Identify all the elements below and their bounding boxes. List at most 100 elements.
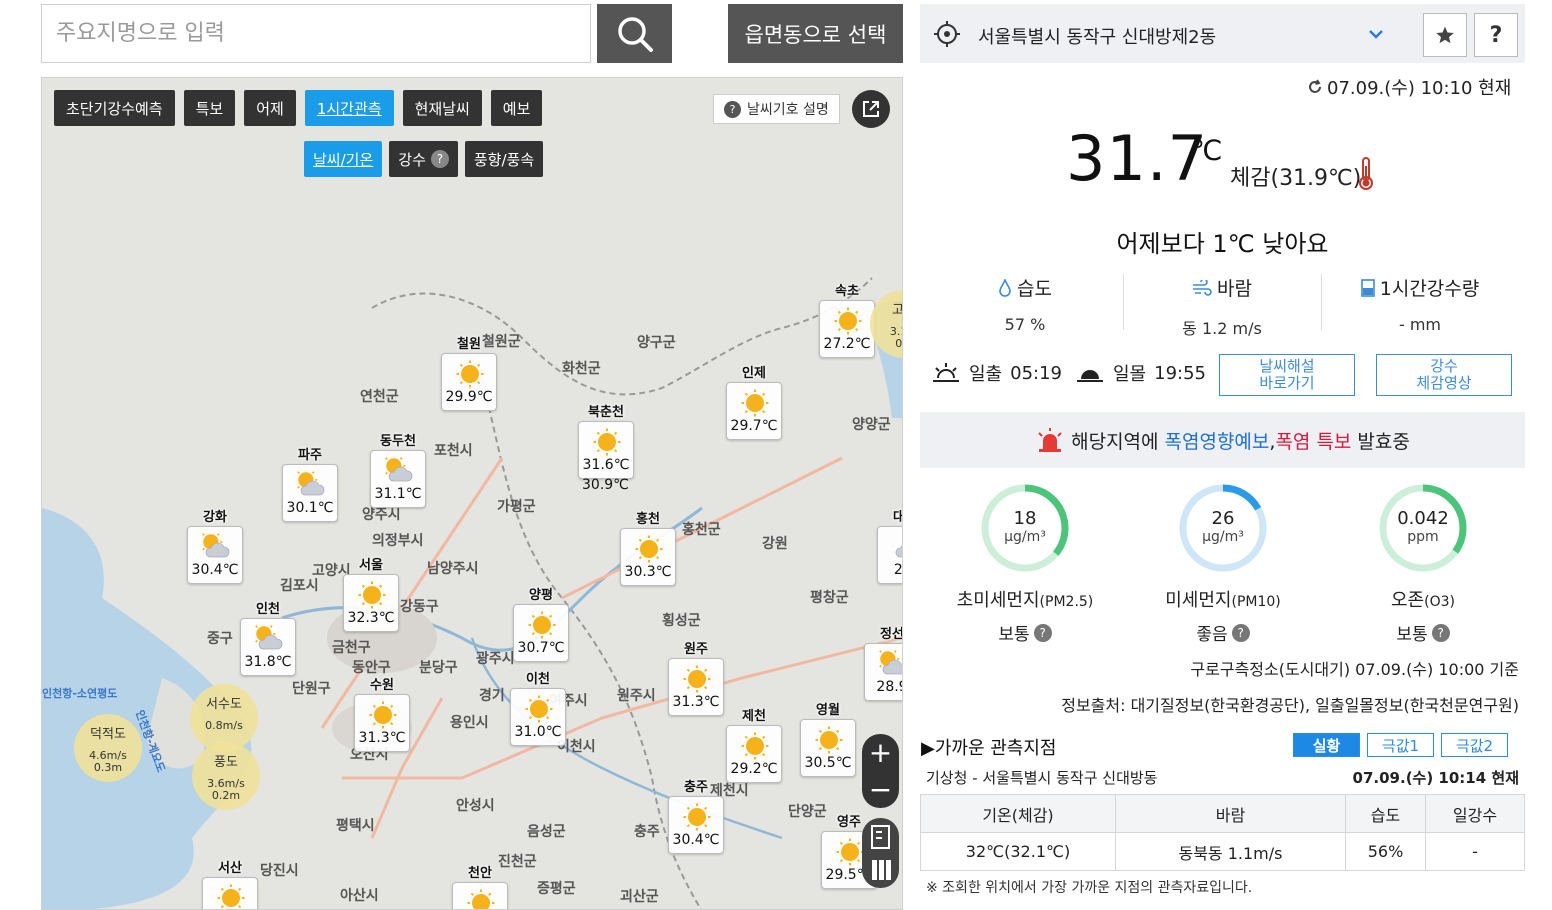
open-external-button[interactable] xyxy=(852,90,890,128)
tab-yesterday[interactable]: 어제 xyxy=(244,90,296,126)
station-marker[interactable]: 속초 27.2℃ xyxy=(819,283,875,358)
sunny-icon xyxy=(741,389,769,417)
help-button[interactable]: ? xyxy=(1474,13,1518,57)
station-marker[interactable]: 동두천 31.1℃ xyxy=(370,433,426,508)
heat-impact-forecast-link[interactable]: 폭염영향예보 xyxy=(1165,431,1270,453)
station-card[interactable]: 30.7℃ xyxy=(513,604,569,662)
tab-warnings[interactable]: 특보 xyxy=(183,90,236,126)
station-name: 강화 xyxy=(203,510,227,525)
station-temperature: 30.9℃ xyxy=(582,477,629,493)
table-cell: - xyxy=(1425,832,1525,871)
station-card[interactable]: 29.2℃ xyxy=(726,725,782,783)
station-marker[interactable]: 홍천 30.3℃ xyxy=(620,511,676,586)
station-name: 대관 xyxy=(877,509,902,526)
rainfall-stat: 1시간강수량 - mm xyxy=(1320,274,1520,334)
help-icon[interactable]: ? xyxy=(1033,623,1052,642)
station-name: 철원 xyxy=(457,337,481,352)
station-marker[interactable]: 강화 30.4℃ xyxy=(187,509,243,584)
marine-station-marker[interactable]: 고성3.1m0.2 xyxy=(870,290,902,358)
station-marker[interactable]: 원주 31.3℃ xyxy=(668,641,724,716)
chevron-down-icon[interactable] xyxy=(1368,26,1384,42)
station-card[interactable]: 31.6℃ xyxy=(578,421,634,479)
location-bar[interactable]: 서울특별시 동작구 신대방제2동 ? xyxy=(920,4,1525,63)
station-marker[interactable]: 북춘천 31.6℃ xyxy=(578,404,634,479)
map-place-label: 평택시 xyxy=(336,818,375,834)
rain-video-button[interactable]: 강수 체감영상 xyxy=(1376,354,1512,396)
heat-warning-link[interactable]: 폭염 특보 xyxy=(1275,431,1351,453)
station-card[interactable]: 30.3℃ xyxy=(620,528,676,586)
weather-alert-bar[interactable]: 해당지역에 폭염영향예보,폭염 특보 발효중 xyxy=(920,412,1525,468)
map-place-label: 중구 xyxy=(207,631,233,647)
station-marker[interactable]: 서산 xyxy=(202,860,258,909)
station-marker[interactable]: 대관 24. xyxy=(877,509,902,584)
station-marker[interactable]: 철원 29.9℃ xyxy=(441,336,497,411)
station-card[interactable]: 30.4℃ xyxy=(187,526,243,584)
partly-cloudy-icon xyxy=(879,650,902,675)
station-card[interactable]: 28.9 xyxy=(864,643,902,701)
marine-station-marker[interactable]: 덕적도 4.6m/s 0.3m xyxy=(74,714,142,782)
subtab-wind[interactable]: 풍향/풍속 xyxy=(464,141,544,177)
station-card[interactable]: 29.9℃ xyxy=(441,353,497,411)
station-card[interactable]: 30.1℃ xyxy=(282,464,338,522)
station-marker[interactable]: 충주 30.4℃ xyxy=(668,779,724,854)
weather-commentary-button[interactable]: 날씨해설 바로가기 xyxy=(1219,354,1355,396)
weather-map[interactable]: 초단기강수예측 특보 어제 1시간관측 현재날씨 예보 날씨/기온 강수 ? 풍… xyxy=(41,77,903,910)
station-card[interactable]: 29.7℃ xyxy=(726,382,782,440)
subtab-weather-temp[interactable]: 날씨/기온 xyxy=(304,141,383,177)
station-marker[interactable]: 정선 28.9 xyxy=(864,626,902,701)
tab-extreme-2[interactable]: 극값2 xyxy=(1441,733,1508,757)
map-tool-button[interactable] xyxy=(862,818,899,888)
station-card[interactable]: 27.2℃ xyxy=(819,300,875,358)
station-card[interactable]: 31.0℃ xyxy=(510,688,566,746)
station-card[interactable] xyxy=(202,877,258,909)
sunny-icon xyxy=(369,701,397,729)
station-marker[interactable]: 천안 xyxy=(452,865,508,909)
station-card[interactable] xyxy=(452,882,508,909)
air-quality-status: 보통 xyxy=(998,625,1030,645)
tab-nowcast[interactable]: 초단기강수예측 xyxy=(54,90,175,126)
tab-extreme-1[interactable]: 극값1 xyxy=(1367,733,1434,757)
map-place-label: 횡성군 xyxy=(662,613,701,629)
tab-hourly-observation[interactable]: 1시간관측 xyxy=(304,90,394,126)
sunny-icon xyxy=(836,838,864,866)
station-card[interactable]: 32.3℃ xyxy=(343,574,399,632)
station-card[interactable]: 30.5℃ xyxy=(800,719,856,777)
station-card[interactable]: 31.1℃ xyxy=(370,450,426,508)
station-card[interactable]: 31.3℃ xyxy=(668,658,724,716)
subtab-precipitation[interactable]: 강수 ? xyxy=(389,141,458,177)
tab-forecast[interactable]: 예보 xyxy=(490,90,543,126)
zoom-out-button[interactable]: − xyxy=(869,771,892,808)
help-icon[interactable]: ? xyxy=(430,150,449,168)
refresh-icon[interactable] xyxy=(1306,78,1324,96)
tab-current-weather[interactable]: 현재날씨 xyxy=(402,90,482,126)
marine-station-marker[interactable]: 풍도 3.6m/s 0.2m xyxy=(192,742,260,810)
select-by-dong-button[interactable]: 읍면동으로 선택 xyxy=(728,4,903,63)
station-marker[interactable]: 양평 30.7℃ xyxy=(513,587,569,662)
tab-live[interactable]: 실황 xyxy=(1293,733,1360,757)
station-name: 천안 xyxy=(468,866,492,881)
weather-symbol-legend-button[interactable]: ? 날씨기호 설명 xyxy=(713,94,840,124)
help-icon[interactable]: ? xyxy=(1231,623,1250,642)
station-marker[interactable]: 인천 31.8℃ xyxy=(240,601,296,676)
station-card[interactable]: 24. xyxy=(877,526,902,584)
station-card[interactable]: 30.4℃ xyxy=(668,796,724,854)
favorite-button[interactable] xyxy=(1423,13,1467,57)
current-location-icon[interactable] xyxy=(934,21,960,47)
wind-label: 바람 xyxy=(1217,278,1252,300)
station-marker[interactable]: 제천 29.2℃ xyxy=(726,708,782,783)
station-marker[interactable]: 인제 29.7℃ xyxy=(726,365,782,440)
station-marker[interactable]: 이천 31.0℃ xyxy=(510,671,566,746)
station-marker[interactable]: 서울 32.3℃ xyxy=(343,557,399,632)
zoom-in-button[interactable]: + xyxy=(869,734,892,771)
map-place-label: 인천항-소연평도 xyxy=(42,687,118,700)
search-input[interactable] xyxy=(41,4,591,63)
station-name: 양평 xyxy=(529,588,553,603)
station-marker[interactable]: 수원 31.3℃ xyxy=(354,677,410,752)
air-quality-code: (O3) xyxy=(1424,594,1455,610)
search-button[interactable] xyxy=(597,4,672,63)
station-marker[interactable]: 영월 30.5℃ xyxy=(800,702,856,777)
station-card[interactable]: 31.3℃ xyxy=(354,694,410,752)
station-card[interactable]: 31.8℃ xyxy=(240,618,296,676)
station-marker[interactable]: 파주 30.1℃ xyxy=(282,447,338,522)
help-icon[interactable]: ? xyxy=(1431,623,1450,642)
